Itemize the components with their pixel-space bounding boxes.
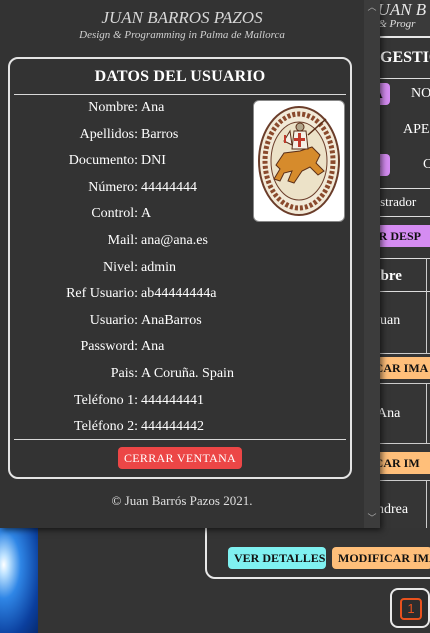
bg-pagination: 1 (390, 588, 430, 628)
user-field-row: Password: Ana (10, 339, 270, 357)
bg-view-details-button[interactable]: VER DETALLES (228, 547, 326, 569)
user-field-row: Número: 44444444 (10, 180, 270, 198)
field-label: Password: (80, 339, 138, 355)
bg-modify-image-button[interactable]: MODIFICAR IMA (332, 547, 430, 569)
field-value: admin (141, 259, 176, 275)
field-label: Apellidos: (79, 126, 138, 142)
user-field-row: Usuario: AnaBarros (10, 313, 270, 331)
user-field-row: Documento: DNI (10, 153, 270, 171)
user-field-row: Teléfono 1: 444444441 (10, 393, 270, 411)
page-number-button[interactable]: 1 (400, 598, 422, 620)
scroll-up-arrow-icon[interactable]: ︿ (367, 3, 377, 13)
templar-seal-icon (258, 106, 340, 216)
user-data-card: DATOS DEL USUARIO Nombre: Ana Apellidos: Ba… (8, 57, 352, 479)
card-title: DATOS DEL USUARIO (94, 68, 266, 85)
user-field-row: Nivel: admin (10, 260, 270, 278)
card-divider (14, 439, 346, 440)
field-value: ab44444444a (141, 286, 217, 302)
user-field-row: Apellidos: Barros (10, 127, 270, 145)
user-field-row: Mail: ana@ana.es (10, 233, 270, 251)
window-scrollbar[interactable]: ︿ ﹀ (364, 0, 380, 528)
field-label: Número: (88, 179, 138, 195)
field-label: Nombre: (88, 100, 138, 115)
user-field-row: Pais: A Coruña. Spain (10, 366, 270, 384)
field-label: Teléfono 2: (74, 419, 138, 435)
field-value: A Coruña. Spain (141, 366, 234, 381)
copyright-footer: © Juan Barrós Pazos 2021. (111, 493, 253, 508)
field-value: ana@ana.es (141, 233, 208, 248)
bg-blue-image (0, 528, 38, 633)
user-field-row: Teléfono 2: 444444442 (10, 419, 270, 437)
user-field-row: Ref Usuario: ab44444444a (10, 286, 270, 304)
site-title: JUAN BARROS PAZOS (101, 8, 263, 27)
close-window-button[interactable]: CERRAR VENTANA (118, 447, 242, 469)
site-subtitle: Design & Programming in Palma de Mallorc… (79, 29, 285, 41)
field-label: Control: (91, 206, 138, 222)
field-value: Barros (141, 126, 179, 142)
user-details-window: JUAN BARROS PAZOS Design & Programming i… (0, 0, 380, 528)
scroll-down-arrow-icon[interactable]: ﹀ (367, 514, 377, 524)
user-field-row: Nombre: Ana (10, 100, 270, 118)
card-divider (14, 94, 346, 95)
field-value: 44444444 (141, 179, 197, 195)
field-value: A (141, 206, 152, 222)
field-label: Pais: (110, 366, 138, 381)
user-field-row: Control: A (10, 206, 270, 224)
field-value: AnaBarros (141, 312, 202, 328)
field-label: Ref Usuario: (66, 286, 138, 302)
user-photo (253, 100, 345, 222)
field-value: Ana (141, 339, 165, 355)
field-value: Ana (141, 100, 165, 115)
field-label: Usuario: (89, 312, 138, 328)
field-value: 444444442 (141, 419, 204, 435)
field-label: Teléfono 1: (74, 392, 138, 408)
field-label: Nivel: (103, 259, 138, 275)
field-value: 444444441 (141, 392, 204, 408)
field-label: Mail: (107, 233, 138, 248)
field-value: DNI (141, 153, 166, 169)
field-label: Documento: (68, 153, 138, 169)
